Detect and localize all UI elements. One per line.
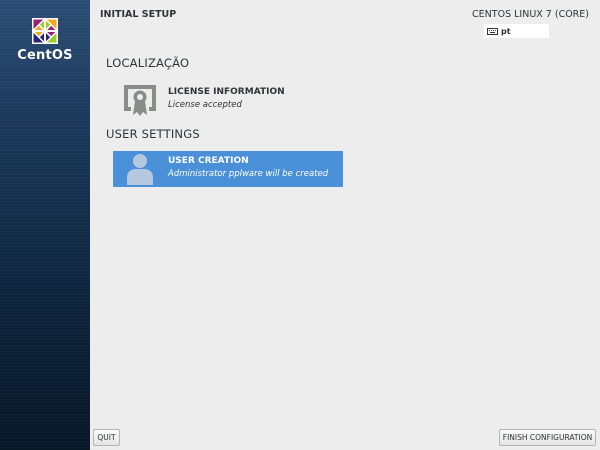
section-title-localization: LOCALIZAÇÃO [106,56,190,70]
logo-text: CentOS [17,48,73,63]
spoke-status: License accepted [168,100,242,110]
license-certificate-icon [124,85,156,116]
sidebar: CentOS [0,0,90,450]
spoke-license-information[interactable]: LICENSE INFORMATION License accepted [113,82,343,118]
page-title: INITIAL SETUP [100,9,177,20]
spoke-name: USER CREATION [168,156,249,166]
spoke-status: Administrator pplware will be created [168,169,329,179]
centos-emblem-icon [31,17,59,45]
finish-configuration-button[interactable]: FINISH CONFIGURATION [499,429,596,446]
section-title-user-settings: USER SETTINGS [106,127,200,141]
spoke-name: LICENSE INFORMATION [168,87,285,97]
keyboard-layout-indicator[interactable]: pt [484,24,549,38]
keyboard-layout-label: pt [501,26,511,36]
keyboard-icon [487,27,498,35]
product-name: CENTOS LINUX 7 (CORE) [472,9,589,20]
centos-logo: CentOS [0,16,90,63]
spoke-user-creation[interactable]: USER CREATION Administrator pplware will… [113,151,343,187]
quit-button[interactable]: QUIT [93,429,120,446]
user-icon [127,154,153,185]
